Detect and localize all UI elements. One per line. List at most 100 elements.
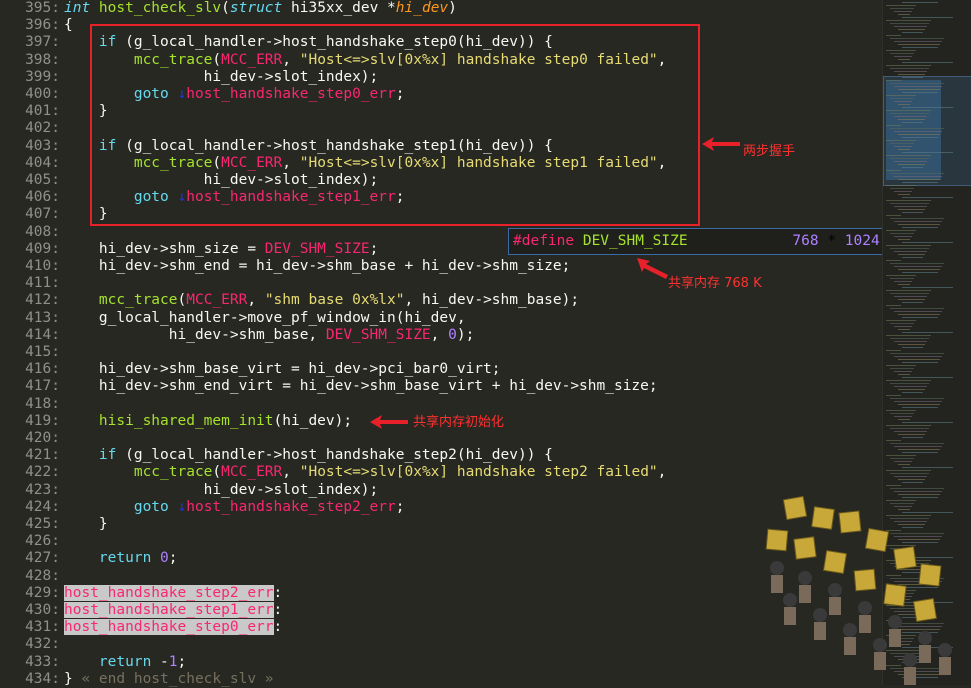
code-line[interactable]: hi_dev->slot_index); (64, 482, 379, 499)
minimap-line (890, 83, 944, 84)
minimap-line (902, 152, 953, 153)
code-line[interactable]: hi_dev->shm_base_virt = hi_dev->pci_bar0… (64, 361, 501, 378)
minimap-line (894, 281, 912, 282)
shm-size-note: 共享内存 768 K (668, 276, 762, 291)
line-number: 423: (25, 482, 60, 498)
code-line[interactable]: goto ↓host_handshake_step2_err; (64, 499, 405, 516)
line-number: 419: (25, 413, 60, 429)
minimap-line (890, 278, 914, 279)
minimap-line (890, 203, 929, 204)
code-line[interactable]: } « end host_check_slv » (64, 671, 274, 688)
minimap-line (886, 290, 931, 291)
minimap-line (886, 200, 931, 201)
line-number: 433: (25, 654, 60, 670)
code-token: : (273, 602, 283, 618)
line-number: 414: (25, 327, 60, 343)
line-number: 408: (25, 224, 60, 240)
minimap-line (886, 365, 916, 366)
code-line[interactable]: hisi_shared_mem_init(hi_dev); (64, 413, 352, 430)
minimap-line (894, 461, 912, 462)
code-line[interactable]: int host_check_slv(struct hi35xx_dev *hi… (64, 0, 457, 17)
line-number: 409: (25, 241, 60, 257)
code-token: , (247, 292, 265, 308)
code-line[interactable]: return -1; (64, 654, 186, 671)
minimap-line (902, 17, 953, 18)
minimap-line (894, 221, 942, 222)
minimap-line (902, 182, 938, 183)
minimap-line (894, 251, 927, 252)
minimap-line (902, 227, 938, 228)
line-number: 415: (25, 344, 60, 360)
code-line[interactable]: hi_dev->shm_size = DEV_SHM_SIZE; (64, 241, 378, 258)
minimap-line (890, 428, 929, 429)
minimap-line (886, 185, 916, 186)
minimap-line (886, 440, 901, 441)
minimap-line (890, 398, 944, 399)
line-number: 417: (25, 378, 60, 394)
minimap-line (886, 65, 931, 66)
minimap-line (886, 455, 916, 456)
minimap-line (898, 194, 910, 195)
minimap-line (898, 374, 910, 375)
minimap-line (886, 335, 931, 336)
line-number: 431: (25, 619, 60, 635)
minimap-line (890, 308, 944, 309)
code-line[interactable]: host_handshake_step1_err: (64, 602, 282, 619)
code-token: DEV_SHM_SIZE (325, 327, 431, 343)
shm-init-arrow-icon (370, 415, 408, 429)
minimap-line (890, 368, 914, 369)
minimap-line (902, 437, 923, 438)
minimap-line (890, 263, 944, 264)
minimap-line (886, 470, 931, 471)
code-line[interactable]: host_handshake_step2_err: (64, 585, 282, 602)
code-line[interactable]: host_handshake_step0_err: (64, 619, 282, 636)
handshake-arrow-icon (702, 137, 740, 151)
minimap-line (894, 446, 942, 447)
code-line[interactable]: if (g_local_handler->host_handshake_step… (64, 447, 553, 464)
minimap-line (886, 35, 901, 36)
minimap-line (886, 275, 916, 276)
code-line[interactable]: { (64, 17, 73, 34)
minimap-line (902, 2, 938, 3)
code-line[interactable]: mcc_trace(MCC_ERR, "Host<=>slv[0x%x] han… (64, 464, 667, 481)
minimap-line (890, 383, 929, 384)
code-line[interactable]: mcc_trace(MCC_ERR, "shm base 0x%lx", hi_… (64, 292, 579, 309)
shm-init-note: 共享内存初始化 (413, 415, 505, 430)
handshake-highlight-box (90, 24, 700, 226)
minimap-line (886, 80, 901, 81)
code-line[interactable]: g_local_handler->move_pf_window_in(hi_de… (64, 310, 466, 327)
code-token: hi35xx_dev * (282, 0, 396, 16)
minimap-line (902, 92, 938, 93)
code-token: ; (395, 499, 405, 515)
code-line[interactable]: } (64, 516, 108, 533)
minimap-line (898, 29, 925, 30)
minimap-line (894, 11, 912, 12)
minimap-line (886, 110, 931, 111)
minimap-line (886, 20, 931, 21)
code-token: ; (369, 241, 379, 257)
minimap-line (886, 320, 916, 321)
minimap-line (898, 314, 940, 315)
minimap-line (902, 197, 953, 198)
minimap-line (902, 257, 923, 258)
minimap-line (898, 419, 910, 420)
line-number: 411: (25, 275, 60, 291)
line-number: 396: (25, 17, 60, 33)
minimap-line (894, 176, 942, 177)
code-line[interactable]: hi_dev->shm_end = hi_dev->shm_base + hi_… (64, 258, 570, 275)
minimap-line (898, 149, 910, 150)
line-number: 416: (25, 361, 60, 377)
line-number: 398: (25, 52, 60, 68)
minimap-line (902, 377, 953, 378)
code-token: g_local_handler->move_pf_window_in(hi_de… (64, 310, 466, 326)
minimap-line (894, 401, 942, 402)
code-line[interactable]: hi_dev->shm_base, DEV_SHM_SIZE, 0); (64, 327, 475, 344)
code-line[interactable]: return 0; (64, 550, 178, 567)
minimap-line (894, 131, 942, 132)
shm-size-arrow-icon (637, 258, 668, 279)
code-token: } (64, 516, 108, 532)
code-line[interactable]: hi_dev->shm_end_virt = hi_dev->shm_base_… (64, 378, 658, 395)
minimap-line (890, 233, 914, 234)
